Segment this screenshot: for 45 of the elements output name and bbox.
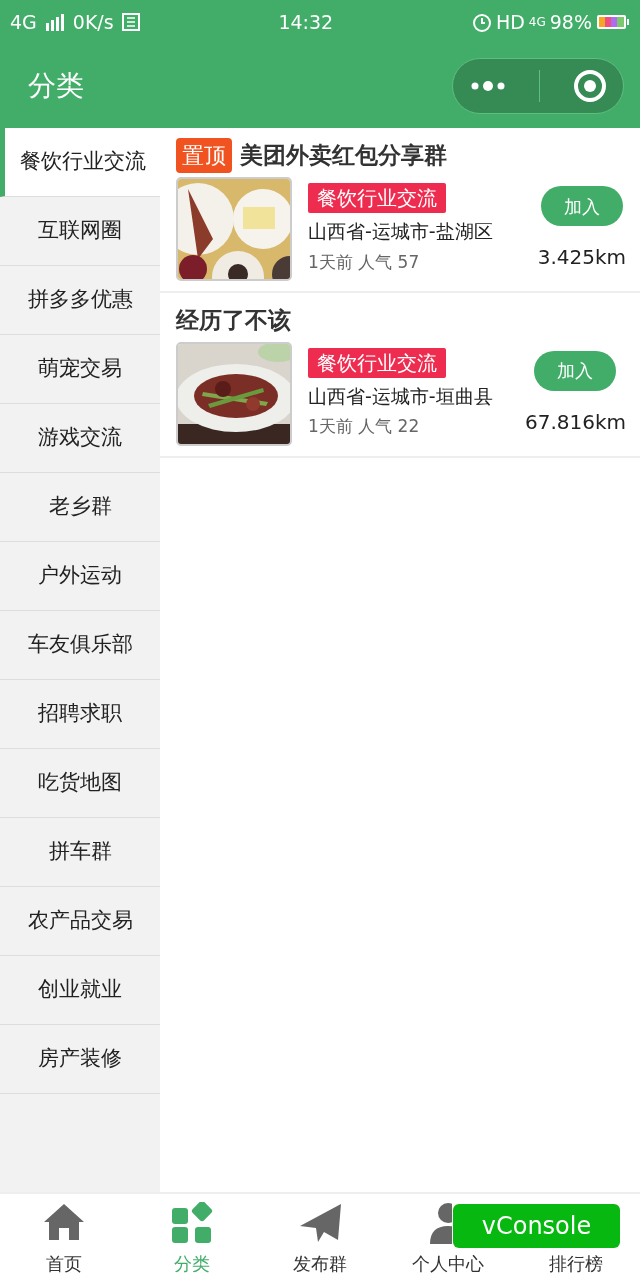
sidebar-item[interactable]: 创业就业 — [0, 956, 160, 1025]
battery-icon — [596, 13, 630, 31]
distance-text: 3.425km — [537, 244, 626, 271]
notification-icon — [121, 13, 140, 31]
tab-label[interactable]: 发布群 — [293, 1250, 347, 1277]
sidebar-item[interactable]: 户外运动 — [0, 542, 160, 611]
home-icon[interactable] — [42, 1202, 86, 1242]
tab-label[interactable]: 首页 — [46, 1250, 82, 1277]
grid-icon[interactable] — [171, 1202, 213, 1244]
network-label: 4G — [528, 14, 546, 31]
sidebar-item[interactable]: 餐饮行业交流 — [0, 128, 160, 197]
sidebar-item[interactable]: 农产品交易 — [0, 887, 160, 956]
sidebar-item[interactable]: 房产装修 — [0, 1025, 160, 1094]
distance-text: 67.816km — [524, 408, 626, 436]
person-icon[interactable] — [428, 1202, 452, 1244]
location-text: 山西省-运城市-盐湖区 — [308, 219, 493, 244]
sidebar-item[interactable]: 吃货地图 — [0, 749, 160, 818]
sidebar-item[interactable]: 游戏交流 — [0, 404, 160, 473]
sidebar-item[interactable]: 拼车群 — [0, 818, 160, 887]
pinned-badge: 置顶 — [176, 138, 232, 173]
battery-label: 98% — [549, 9, 592, 35]
category-tag: 餐饮行业交流 — [308, 183, 446, 213]
page-title: 分类 — [28, 68, 84, 104]
alarm-icon — [471, 12, 492, 32]
network-label: 4G — [10, 9, 37, 35]
sidebar-item[interactable]: 拼多多优惠 — [0, 266, 160, 335]
speed-label: 0K/s — [72, 9, 114, 35]
sidebar-item[interactable]: 车友俱乐部 — [0, 611, 160, 680]
sidebar-item[interactable]: 萌宠交易 — [0, 335, 160, 404]
signal-icon — [44, 13, 65, 31]
sidebar-item[interactable]: 老乡群 — [0, 473, 160, 542]
meta-text: 1天前 人气 22 — [308, 415, 420, 438]
more-icon[interactable] — [469, 80, 506, 92]
group-title: 经历了不该 — [176, 306, 291, 335]
sidebar-item[interactable]: 互联网圈 — [0, 197, 160, 266]
paper-plane-icon[interactable] — [298, 1202, 342, 1244]
category-tag: 餐饮行业交流 — [308, 347, 446, 378]
hd-label: HD — [495, 9, 525, 35]
location-text: 山西省-运城市-垣曲县 — [308, 383, 493, 409]
tab-label[interactable]: 个人中心 — [412, 1250, 484, 1277]
meta-text: 1天前 人气 57 — [308, 250, 420, 274]
tab-label[interactable]: 排行榜 — [549, 1250, 603, 1277]
clock-label: 14:32 — [278, 10, 334, 33]
sidebar-item[interactable]: 招聘求职 — [0, 680, 160, 749]
group-title: 美团外卖红包分享群 — [240, 141, 447, 171]
